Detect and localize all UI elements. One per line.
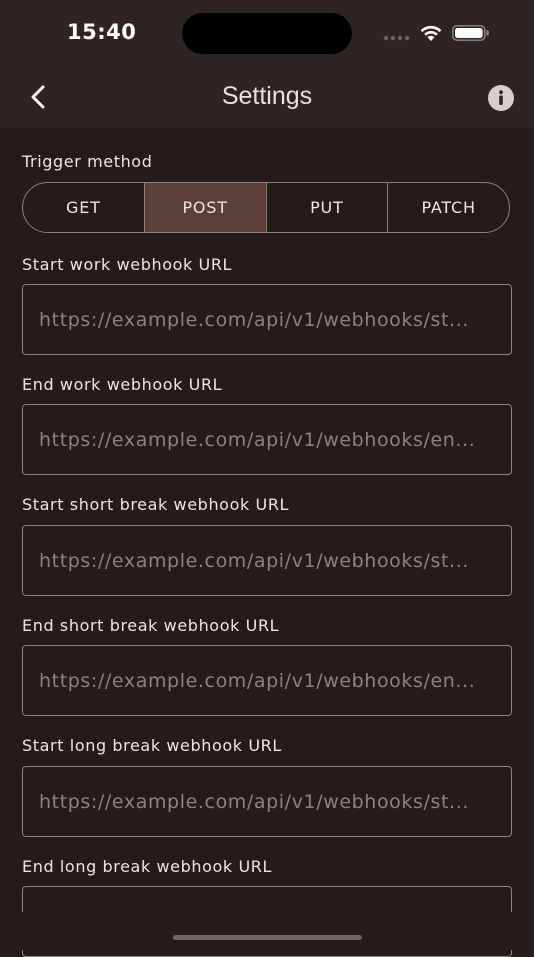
info-icon[interactable] xyxy=(487,84,515,112)
end-work-label: End work webhook URL xyxy=(22,375,223,394)
segment-put[interactable]: PUT xyxy=(267,183,389,232)
start-work-url-input[interactable]: https://example.com/api/v1/webhooks/st..… xyxy=(22,284,512,355)
segment-patch[interactable]: PATCH xyxy=(388,183,509,232)
page-title: Settings xyxy=(221,82,313,110)
start-long-break-url-placeholder: https://example.com/api/v1/webhooks/st..… xyxy=(39,790,469,813)
end-long-break-label: End long break webhook URL xyxy=(22,857,272,876)
end-work-url-input[interactable]: https://example.com/api/v1/webhooks/en..… xyxy=(22,404,512,475)
start-long-break-label: Start long break webhook URL xyxy=(22,736,282,755)
end-short-break-label: End short break webhook URL xyxy=(22,616,280,635)
trigger-method-label: Trigger method xyxy=(22,152,153,171)
end-work-url-placeholder: https://example.com/api/v1/webhooks/en..… xyxy=(39,428,476,451)
battery-icon xyxy=(452,25,489,41)
segment-get[interactable]: GET xyxy=(23,183,145,232)
wifi-icon xyxy=(420,25,442,41)
dynamic-island xyxy=(182,13,352,54)
bottom-safe-area xyxy=(0,912,534,950)
home-indicator[interactable] xyxy=(173,935,362,940)
start-work-label: Start work webhook URL xyxy=(22,255,233,274)
start-work-url-placeholder: https://example.com/api/v1/webhooks/st..… xyxy=(39,308,469,331)
start-short-break-url-input[interactable]: https://example.com/api/v1/webhooks/st..… xyxy=(22,525,512,596)
trigger-method-segmented-control: GET POST PUT PATCH xyxy=(22,182,510,233)
segment-post[interactable]: POST xyxy=(144,183,267,232)
start-long-break-url-input[interactable]: https://example.com/api/v1/webhooks/st..… xyxy=(22,766,512,837)
start-short-break-label: Start short break webhook URL xyxy=(22,495,290,514)
status-time: 15:40 xyxy=(67,20,137,44)
start-short-break-url-placeholder: https://example.com/api/v1/webhooks/st..… xyxy=(39,549,469,572)
cellular-signal-icon xyxy=(383,35,410,41)
end-short-break-url-placeholder: https://example.com/api/v1/webhooks/en..… xyxy=(39,669,476,692)
end-short-break-url-input[interactable]: https://example.com/api/v1/webhooks/en..… xyxy=(22,645,512,716)
